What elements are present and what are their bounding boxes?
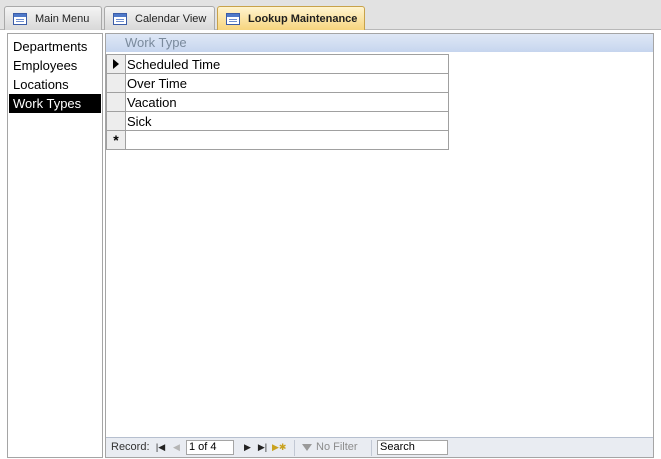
record-navigation-bar: Record: |◀ ◀ 1 of 4 ▶ ▶| ▶✱ No Filter Se… [106, 437, 653, 457]
tab-label: Lookup Maintenance [248, 13, 358, 25]
record-selector[interactable] [106, 92, 126, 112]
record-selector[interactable] [106, 54, 126, 74]
work-type-cell[interactable]: Scheduled Time [125, 54, 449, 74]
work-type-cell[interactable]: Over Time [125, 73, 449, 93]
list-item-work-types[interactable]: Work Types [9, 94, 101, 113]
form-icon [13, 12, 27, 25]
new-record-icon[interactable]: ▶✱ [272, 440, 286, 455]
current-record-box[interactable]: 1 of 4 [186, 440, 234, 455]
list-item-employees[interactable]: Employees [9, 56, 101, 75]
tab-label: Main Menu [35, 12, 90, 25]
new-record-row: * [106, 130, 449, 150]
tab-label: Calendar View [135, 12, 207, 25]
record-selector[interactable] [106, 73, 126, 93]
table-row: Sick [106, 111, 449, 131]
table-row: Vacation [106, 92, 449, 112]
tab-calendar-view[interactable]: Calendar View [104, 6, 215, 30]
lookup-maintenance-form: Departments Employees Locations Work Typ… [0, 30, 661, 459]
lookup-list-box[interactable]: Departments Employees Locations Work Typ… [7, 33, 103, 458]
no-filter-toggle[interactable]: No Filter [302, 440, 358, 455]
record-label: Record: [111, 441, 150, 453]
table-row: Over Time [106, 73, 449, 93]
current-record-arrow-icon [113, 59, 119, 70]
work-type-cell[interactable]: Vacation [125, 92, 449, 112]
filter-label: No Filter [316, 441, 358, 453]
filter-icon [302, 444, 312, 451]
tab-lookup-maintenance[interactable]: Lookup Maintenance [217, 6, 365, 31]
divider [294, 440, 295, 456]
record-selector[interactable]: * [106, 130, 126, 150]
last-record-icon[interactable]: ▶| [257, 440, 268, 455]
column-header-work-type[interactable]: Work Type [106, 34, 653, 52]
divider [371, 440, 372, 456]
list-item-departments[interactable]: Departments [9, 37, 101, 56]
form-icon [113, 12, 127, 25]
new-record-asterisk-icon: * [113, 131, 119, 148]
tab-main-menu[interactable]: Main Menu [4, 6, 102, 30]
search-input[interactable]: Search [377, 440, 448, 455]
form-icon [226, 13, 240, 25]
datasheet-grid: Scheduled Time Over Time Vacation Sick * [106, 54, 449, 150]
list-item-locations[interactable]: Locations [9, 75, 101, 94]
table-row: Scheduled Time [106, 54, 449, 74]
record-selector[interactable] [106, 111, 126, 131]
new-work-type-cell[interactable] [125, 130, 449, 150]
work-type-cell[interactable]: Sick [125, 111, 449, 131]
subform-datasheet: Work Type Scheduled Time Over Time Vacat… [105, 33, 654, 458]
next-record-icon[interactable]: ▶ [242, 440, 253, 455]
previous-record-icon[interactable]: ◀ [171, 440, 182, 455]
document-tab-strip: Main Menu Calendar View Lookup Maintenan… [0, 0, 661, 31]
first-record-icon[interactable]: |◀ [155, 440, 166, 455]
